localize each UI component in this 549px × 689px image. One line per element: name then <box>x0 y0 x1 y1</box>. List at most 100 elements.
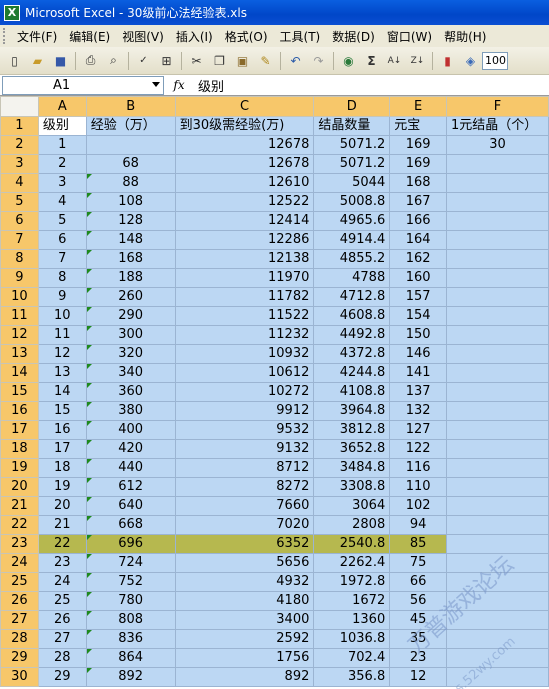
cell-exp-to-30[interactable]: 12138 <box>174 249 315 269</box>
cell-yuanbao[interactable]: 94 <box>389 515 448 535</box>
cell-crystal-count[interactable]: 5008.8 <box>313 192 391 212</box>
cell-experience[interactable]: 440 <box>85 458 176 478</box>
cell-level[interactable]: 21 <box>37 515 87 535</box>
cell-experience[interactable]: 420 <box>85 439 176 459</box>
cell-crystal-per-yuan[interactable] <box>446 420 549 440</box>
chart-wizard-icon[interactable]: ▮ <box>438 51 457 70</box>
cell-exp-to-30[interactable]: 9132 <box>174 439 315 459</box>
cell-crystal-count[interactable]: 3964.8 <box>313 401 391 421</box>
cell-experience[interactable]: 696 <box>85 534 176 554</box>
cell-level[interactable]: 26 <box>37 610 87 630</box>
cell-crystal-count[interactable]: 3652.8 <box>313 439 391 459</box>
cell-level[interactable]: 3 <box>37 173 87 193</box>
format-painter-icon[interactable]: ✎ <box>256 51 275 70</box>
cell-crystal-count[interactable]: 4108.8 <box>313 382 391 402</box>
cell-level[interactable]: 22 <box>37 534 87 554</box>
cell-exp-to-30[interactable]: 10272 <box>174 382 315 402</box>
cell-exp-to-30[interactable]: 9532 <box>174 420 315 440</box>
sort-descending-icon[interactable]: Z↓ <box>408 51 427 70</box>
cell-crystal-per-yuan[interactable] <box>446 496 549 516</box>
paste-icon[interactable]: ▣ <box>233 51 252 70</box>
cell-yuanbao[interactable]: 169 <box>389 154 448 174</box>
cell-crystal-per-yuan[interactable] <box>446 268 549 288</box>
row-header[interactable]: 19 <box>0 458 39 478</box>
cell-yuanbao[interactable]: 66 <box>389 572 448 592</box>
cell-experience[interactable]: 780 <box>85 591 176 611</box>
row-header[interactable]: 18 <box>0 439 39 459</box>
row-header[interactable]: 29 <box>0 648 39 668</box>
row-header[interactable]: 2 <box>0 135 39 155</box>
cell-experience[interactable]: 88 <box>85 173 176 193</box>
cell-crystal-count[interactable]: 4712.8 <box>313 287 391 307</box>
cell-experience[interactable]: 864 <box>85 648 176 668</box>
chevron-down-icon[interactable] <box>152 81 160 87</box>
cell-crystal-count[interactable]: 4855.2 <box>313 249 391 269</box>
cell-experience[interactable]: 68 <box>85 154 176 174</box>
row-header[interactable]: 13 <box>0 344 39 364</box>
cell-level[interactable]: 5 <box>37 211 87 231</box>
cell-crystal-per-yuan[interactable] <box>446 534 549 554</box>
sort-ascending-icon[interactable]: A↓ <box>385 51 404 70</box>
open-folder-icon[interactable]: ▰ <box>28 51 47 70</box>
column-header-c[interactable]: C <box>174 96 315 117</box>
row-header[interactable]: 24 <box>0 553 39 573</box>
cell-crystal-count[interactable]: 5071.2 <box>313 135 391 155</box>
zoom-select[interactable]: 100 <box>482 51 508 70</box>
cell-crystal-count[interactable]: 4965.6 <box>313 211 391 231</box>
cell-yuanbao[interactable]: 168 <box>389 173 448 193</box>
cell-experience[interactable]: 380 <box>85 401 176 421</box>
cut-icon[interactable]: ✂ <box>187 51 206 70</box>
cell-level[interactable]: 4 <box>37 192 87 212</box>
cell-yuanbao[interactable]: 122 <box>389 439 448 459</box>
cell-exp-to-30[interactable]: 5656 <box>174 553 315 573</box>
formula-content[interactable]: 级别 <box>194 76 224 95</box>
cell-exp-to-30[interactable]: 7020 <box>174 515 315 535</box>
cell-exp-to-30[interactable]: 12678 <box>174 154 315 174</box>
cell-yuanbao[interactable]: 160 <box>389 268 448 288</box>
cell-level[interactable]: 28 <box>37 648 87 668</box>
row-header[interactable]: 22 <box>0 515 39 535</box>
cell-crystal-per-yuan[interactable] <box>446 287 549 307</box>
column-header-a[interactable]: A <box>37 96 87 117</box>
cell-crystal-count[interactable]: 2808 <box>313 515 391 535</box>
cell-yuanbao[interactable]: 75 <box>389 553 448 573</box>
cell-crystal-per-yuan[interactable] <box>446 325 549 345</box>
cell-crystal-count[interactable]: 5044 <box>313 173 391 193</box>
cell-crystal-count[interactable]: 356.8 <box>313 667 391 687</box>
row-header[interactable]: 16 <box>0 401 39 421</box>
cell-crystal-per-yuan[interactable] <box>446 211 549 231</box>
cell-crystal-count[interactable]: 3812.8 <box>313 420 391 440</box>
cell-yuanbao[interactable]: 12 <box>389 667 448 687</box>
cell-exp-to-30[interactable]: 12522 <box>174 192 315 212</box>
cell-crystal-count[interactable]: 4608.8 <box>313 306 391 326</box>
row-header[interactable]: 26 <box>0 591 39 611</box>
cell-crystal-per-yuan[interactable] <box>446 249 549 269</box>
cell-crystal-per-yuan[interactable] <box>446 154 549 174</box>
cell-crystal-count[interactable]: 4914.4 <box>313 230 391 250</box>
cell-yuanbao[interactable]: 157 <box>389 287 448 307</box>
cell-yuanbao[interactable]: 137 <box>389 382 448 402</box>
cell-exp-to-30[interactable]: 12414 <box>174 211 315 231</box>
cell-level[interactable]: 19 <box>37 477 87 497</box>
cell-crystal-per-yuan[interactable] <box>446 591 549 611</box>
cell-crystal-count[interactable]: 2540.8 <box>313 534 391 554</box>
cell-exp-to-30[interactable]: 11970 <box>174 268 315 288</box>
cell-level[interactable]: 20 <box>37 496 87 516</box>
cell-level[interactable]: 14 <box>37 382 87 402</box>
cell-experience[interactable]: 668 <box>85 515 176 535</box>
hyperlink-icon[interactable]: ◉ <box>339 51 358 70</box>
row-header[interactable]: 9 <box>0 268 39 288</box>
cell-experience[interactable]: 612 <box>85 477 176 497</box>
cell-crystal-per-yuan[interactable] <box>446 439 549 459</box>
cell-level[interactable]: 12 <box>37 344 87 364</box>
cell-exp-to-30[interactable]: 8272 <box>174 477 315 497</box>
row-header[interactable]: 14 <box>0 363 39 383</box>
cell-exp-to-30[interactable]: 6352 <box>174 534 315 554</box>
cell-header[interactable]: 结晶数量 <box>313 116 391 136</box>
cell-level[interactable]: 15 <box>37 401 87 421</box>
cell-level[interactable]: 16 <box>37 420 87 440</box>
cell-crystal-count[interactable]: 4492.8 <box>313 325 391 345</box>
print-icon[interactable]: ⎙ <box>81 51 100 70</box>
menu-file[interactable]: 文件(F) <box>11 28 63 45</box>
row-header[interactable]: 23 <box>0 534 39 554</box>
